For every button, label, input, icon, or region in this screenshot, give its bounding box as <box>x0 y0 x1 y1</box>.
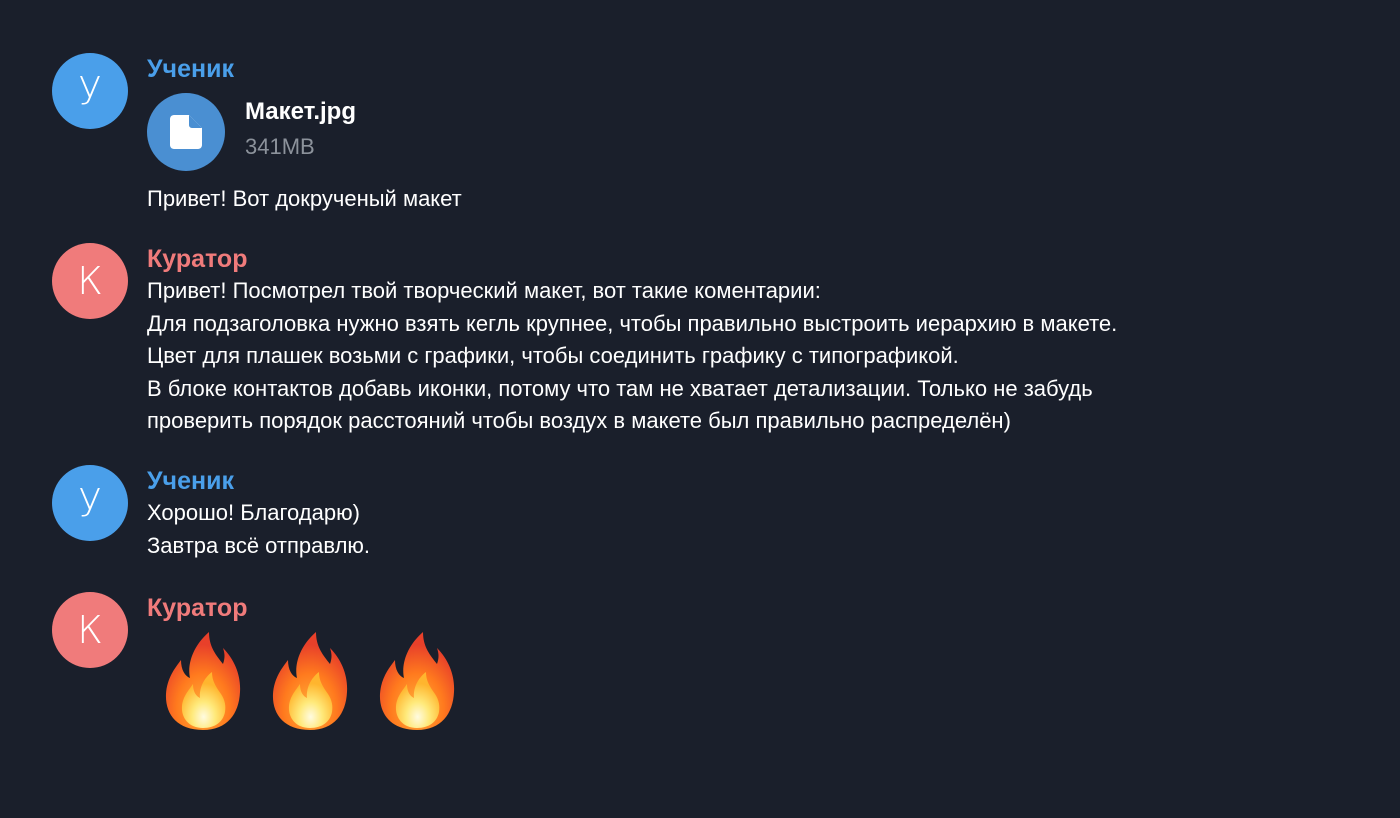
message-line: В блоке контактов добавь иконки, потому … <box>147 375 1093 401</box>
message-line: Завтра всё отправлю. <box>147 532 371 558</box>
fire-emoji-icon <box>266 628 354 732</box>
avatar[interactable]: У <box>52 53 128 129</box>
avatar[interactable]: У <box>52 465 128 541</box>
sender-name[interactable]: Куратор <box>147 243 1377 275</box>
chat-history: У Ученик Макет.jpg 341MB Привет! Вот док… <box>0 0 1400 818</box>
message-content: Куратор Привет! Посмотрел твой творчески… <box>147 243 1377 438</box>
message-content: Ученик Хорошо! Благодарю) Завтра всё отп… <box>147 465 1377 562</box>
file-download-button[interactable] <box>147 93 225 171</box>
message-line: Хорошо! Благодарю) <box>147 500 360 525</box>
message-text: Хорошо! Благодарю) Завтра всё отправлю. <box>147 497 1377 562</box>
emoji-row <box>147 628 1377 738</box>
message-line: проверить порядок расстояний чтобы возду… <box>147 408 1011 433</box>
fire-emoji-icon <box>373 628 461 732</box>
avatar[interactable]: К <box>52 592 128 668</box>
message-text: Привет! Вот докрученый макет <box>147 183 1377 216</box>
sender-name[interactable]: Ученик <box>147 465 1377 497</box>
fire-emoji-icon <box>159 628 247 732</box>
message-text: Привет! Посмотрел твой творческий макет,… <box>147 275 1377 438</box>
message-line: Цвет для плашек возьми с графики, чтобы … <box>147 343 959 368</box>
sender-name[interactable]: Куратор <box>147 592 1377 624</box>
file-name[interactable]: Макет.jpg <box>245 97 356 127</box>
message-line: Для подзаголовка нужно взять кегль крупн… <box>147 310 1118 336</box>
message-content: Куратор <box>147 592 1377 738</box>
message-line: Привет! Посмотрел твой творческий макет,… <box>147 278 821 303</box>
file-attachment[interactable]: Макет.jpg 341MB <box>147 93 1377 177</box>
file-icon <box>170 115 202 149</box>
sender-name[interactable]: Ученик <box>147 53 1377 85</box>
file-size: 341MB <box>245 134 315 159</box>
avatar[interactable]: К <box>52 243 128 319</box>
message-line: Привет! Вот докрученый макет <box>147 186 462 211</box>
message-content: Ученик Макет.jpg 341MB Привет! Вот докру… <box>147 53 1377 216</box>
